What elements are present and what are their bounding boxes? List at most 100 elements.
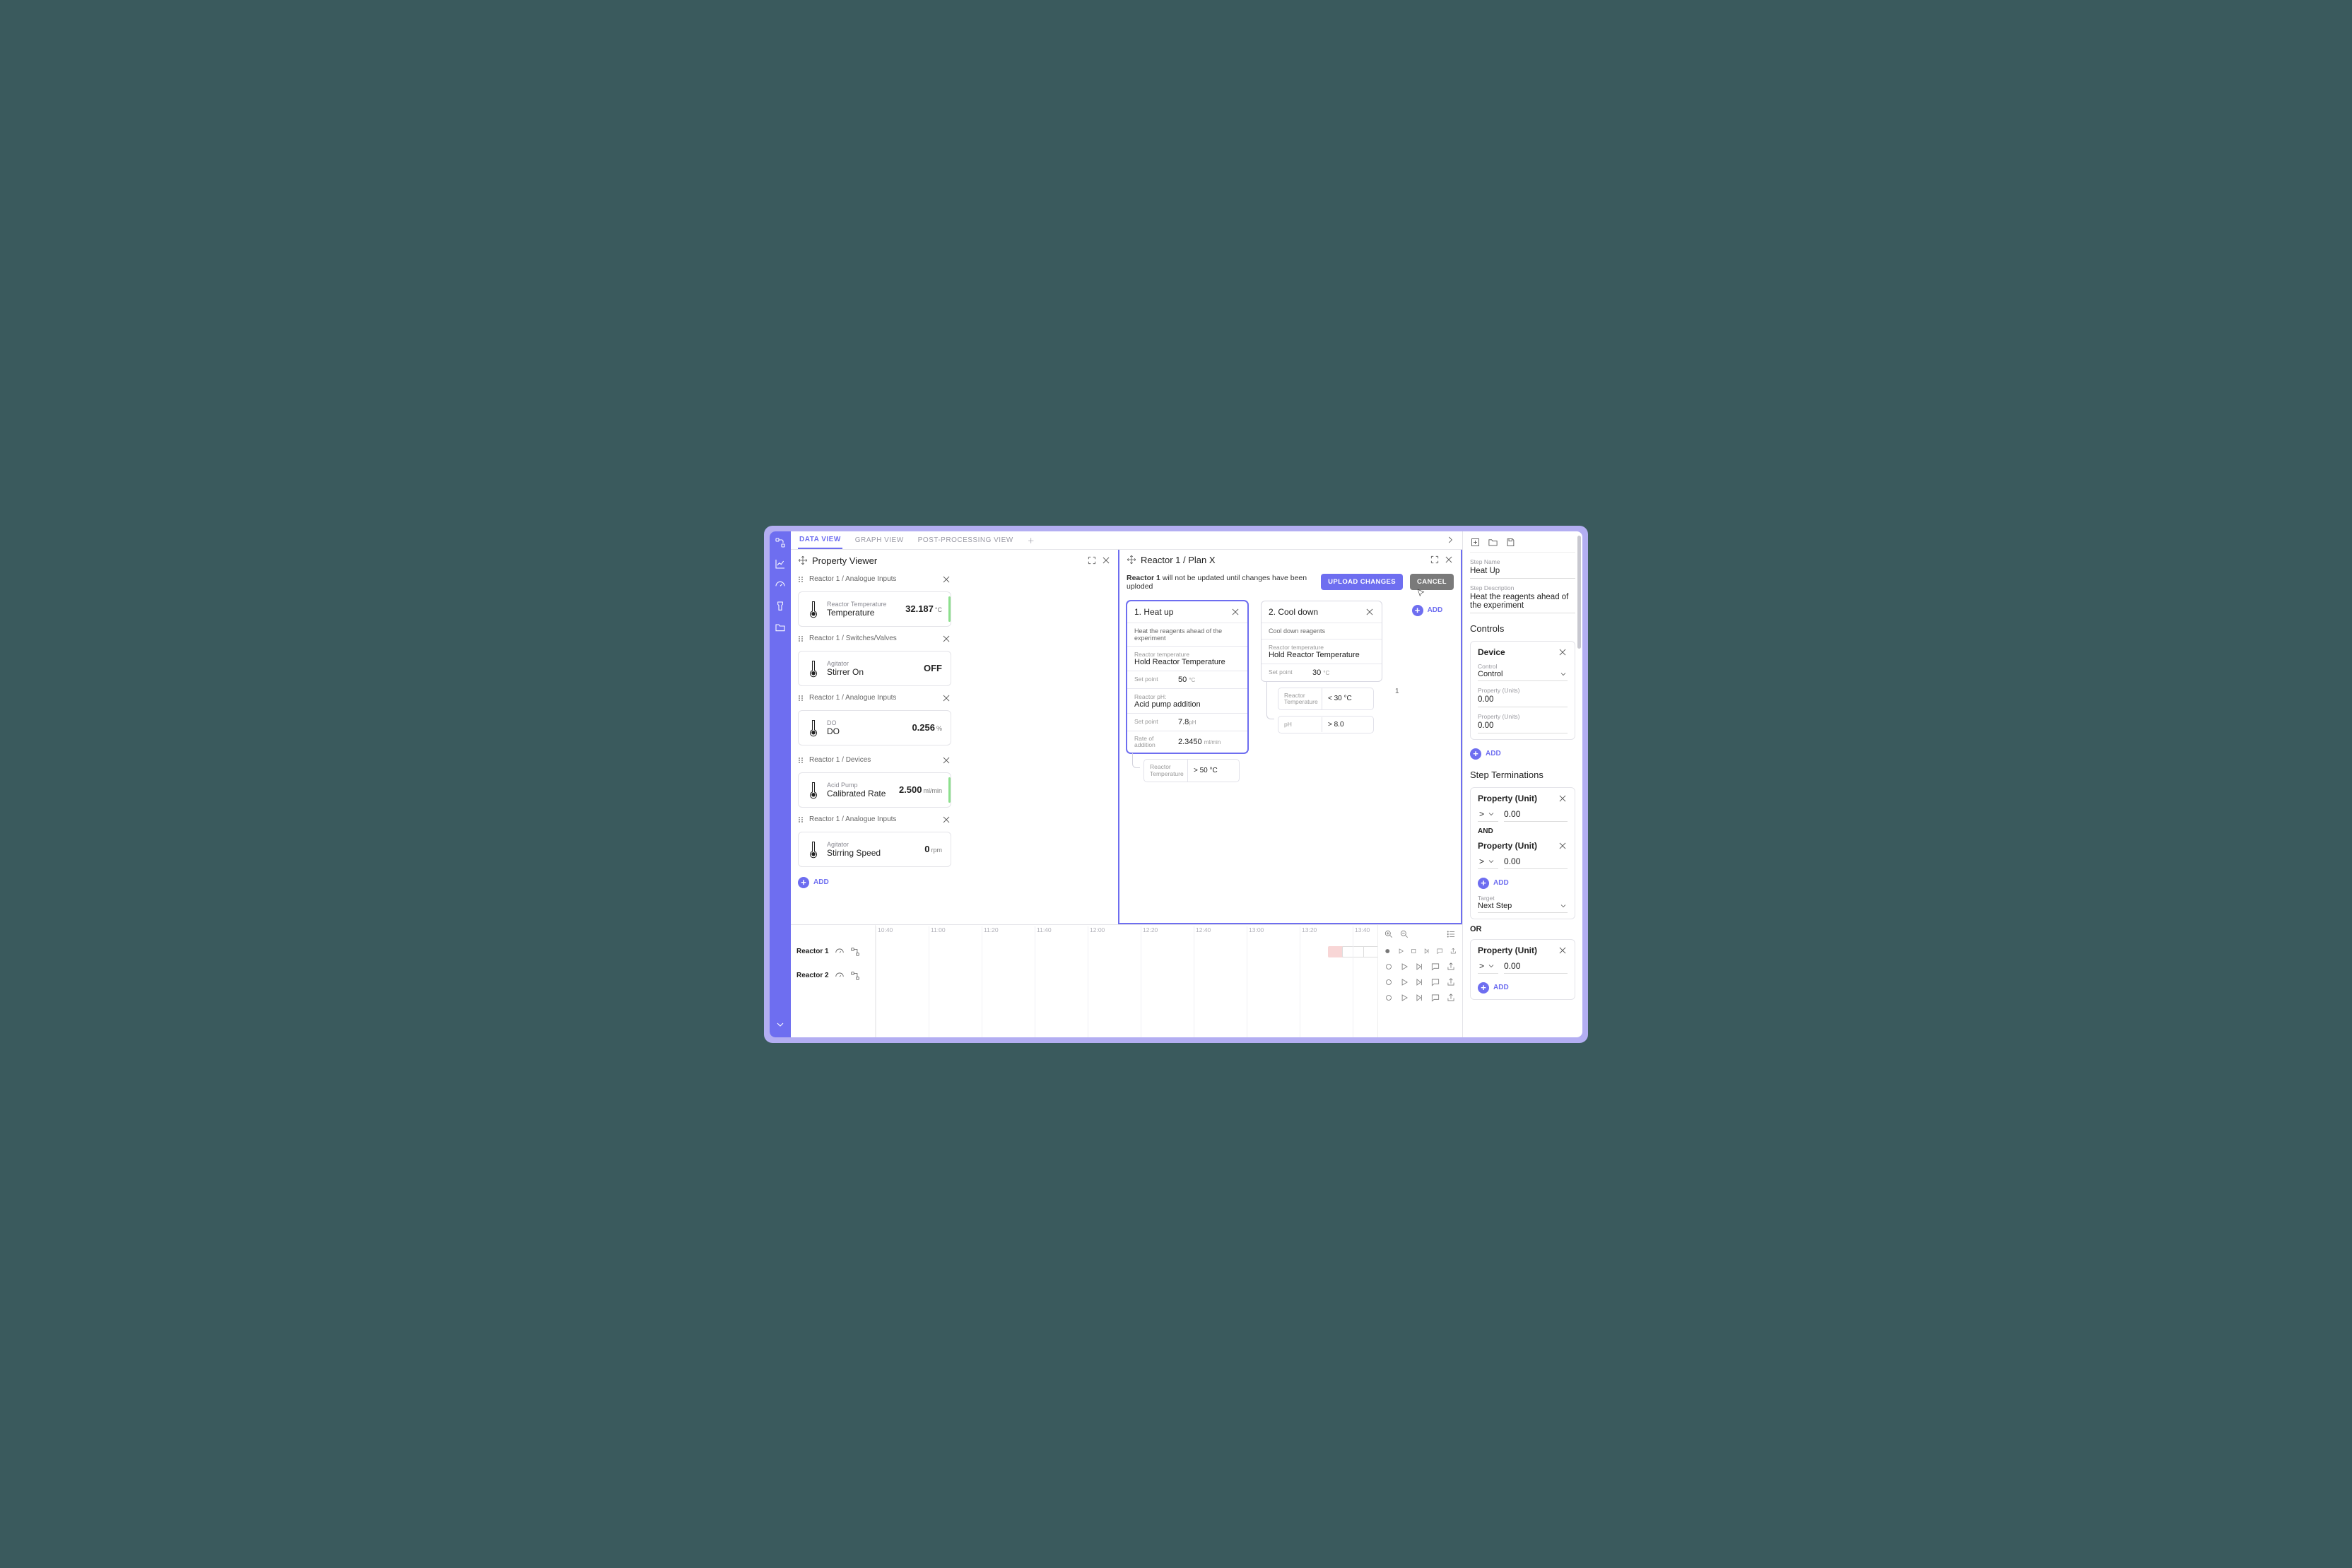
step-heat-up[interactable]: 1. Heat up Heat the reagents ahead of th… [1127, 601, 1248, 754]
tab-graph-view[interactable]: GRAPH VIEW [854, 532, 905, 548]
threshold-input[interactable]: 0.00 [1504, 809, 1568, 822]
record-icon[interactable] [1384, 993, 1394, 1003]
comment-icon[interactable] [1430, 962, 1440, 972]
chevron-right-icon[interactable] [1445, 535, 1455, 545]
drag-handle-icon[interactable] [798, 816, 805, 823]
drag-handle-icon[interactable] [798, 576, 805, 583]
property-input[interactable]: 0.00 [1478, 694, 1568, 707]
controls-heading: Controls [1470, 623, 1575, 634]
timeline-grid[interactable]: 10:4011:0011:2011:4012:0012:2012:4013:00… [876, 925, 1377, 1037]
play-icon[interactable] [1399, 993, 1409, 1003]
record-icon[interactable] [1384, 946, 1392, 956]
add-termination-button[interactable]: +ADD [1478, 982, 1568, 994]
upload-changes-button[interactable]: UPLOAD CHANGES [1321, 574, 1403, 590]
gauge-icon[interactable] [775, 579, 786, 591]
workflow-icon[interactable] [775, 537, 786, 548]
close-icon[interactable] [1444, 555, 1454, 565]
share-icon[interactable] [1446, 977, 1456, 987]
close-icon[interactable] [1230, 607, 1240, 617]
property-input[interactable]: 0.00 [1478, 720, 1568, 733]
comment-icon[interactable] [1430, 977, 1440, 987]
add-property-button[interactable]: + ADD [798, 877, 951, 888]
condition-chip[interactable]: pH> 8.0 [1278, 716, 1374, 733]
condition-chip[interactable]: Reactor Temperature> 50 °C [1143, 759, 1240, 782]
operator-select[interactable]: > [1478, 856, 1498, 869]
comment-icon[interactable] [1430, 993, 1440, 1003]
operator-select[interactable]: > [1478, 809, 1498, 822]
step-description-input[interactable]: Heat the reagents ahead of the experimen… [1470, 591, 1575, 613]
drag-handle-icon[interactable] [798, 635, 805, 642]
add-view-tab[interactable]: ＋ [1026, 531, 1037, 550]
control-select[interactable]: Control [1478, 670, 1568, 681]
cancel-button[interactable]: CANCEL [1410, 574, 1454, 590]
close-icon[interactable] [941, 634, 951, 644]
threshold-input[interactable]: 0.00 [1504, 961, 1568, 974]
add-termination-button[interactable]: +ADD [1478, 878, 1568, 889]
comment-icon[interactable] [1436, 946, 1444, 956]
chevron-down-icon[interactable] [775, 1019, 786, 1030]
tab-data-view[interactable]: DATA VIEW [798, 531, 842, 549]
step-value: 30 [1312, 668, 1321, 677]
group-header: Reactor 1 / Devices [798, 755, 951, 765]
target-select[interactable]: Next Step [1478, 902, 1568, 913]
stop-icon[interactable] [1410, 946, 1418, 956]
drag-handle-icon[interactable] [798, 695, 805, 702]
record-icon[interactable] [1384, 962, 1394, 972]
property-card-stirrer[interactable]: AgitatorStirrer On OFF [798, 651, 951, 686]
play-icon[interactable] [1397, 946, 1405, 956]
folder-icon[interactable] [1488, 537, 1498, 548]
threshold-input[interactable]: 0.00 [1504, 856, 1568, 869]
property-card-acid-pump[interactable]: Acid PumpCalibrated Rate 2.500ml/min [798, 772, 951, 808]
close-icon[interactable] [1558, 794, 1568, 803]
close-icon[interactable] [1558, 841, 1568, 851]
zoom-in-icon[interactable] [1384, 929, 1394, 939]
skip-forward-icon[interactable] [1415, 977, 1425, 987]
skip-forward-icon[interactable] [1415, 962, 1425, 972]
operator-select[interactable]: > [1478, 961, 1498, 974]
timeline-row-reactor2[interactable]: Reactor 2 [791, 960, 875, 984]
folder-icon[interactable] [775, 622, 786, 633]
scrollbar[interactable] [1577, 536, 1581, 649]
skip-forward-icon[interactable] [1423, 946, 1431, 956]
step-name-input[interactable]: Heat Up [1470, 565, 1575, 579]
add-step-button[interactable]: + ADD [1412, 605, 1443, 616]
share-icon[interactable] [1446, 962, 1456, 972]
close-icon[interactable] [941, 693, 951, 703]
chart-line-icon[interactable] [775, 558, 786, 570]
move-icon[interactable] [1127, 555, 1136, 565]
expand-icon[interactable] [1087, 555, 1097, 565]
timeline-row-reactor1[interactable]: Reactor 1 [791, 936, 875, 960]
close-icon[interactable] [941, 815, 951, 825]
play-icon[interactable] [1399, 962, 1409, 972]
step-value: Hold Reactor Temperature [1134, 658, 1240, 666]
step-label: Set point [1134, 719, 1174, 725]
list-icon[interactable] [1447, 929, 1457, 939]
close-icon[interactable] [1101, 555, 1111, 565]
group-header: Reactor 1 / Switches/Valves [798, 634, 951, 644]
close-icon[interactable] [1558, 945, 1568, 955]
record-icon[interactable] [1384, 977, 1394, 987]
expand-icon[interactable] [1430, 555, 1440, 565]
add-control-button[interactable]: +ADD [1470, 748, 1575, 760]
save-icon[interactable] [1505, 537, 1516, 548]
condition-chip[interactable]: Reactor Temperature< 30 °C [1278, 688, 1374, 711]
skip-forward-icon[interactable] [1415, 993, 1425, 1003]
close-icon[interactable] [941, 574, 951, 584]
share-icon[interactable] [1450, 946, 1457, 956]
new-icon[interactable] [1470, 537, 1481, 548]
share-icon[interactable] [1446, 993, 1456, 1003]
close-icon[interactable] [1558, 647, 1568, 657]
property-card-stirring-speed[interactable]: AgitatorStirring Speed 0rpm [798, 832, 951, 867]
move-icon[interactable] [798, 555, 808, 565]
tab-post-processing[interactable]: POST-PROCESSING VIEW [917, 532, 1015, 548]
zoom-out-icon[interactable] [1399, 929, 1409, 939]
device-icon[interactable] [775, 601, 786, 612]
close-icon[interactable] [941, 755, 951, 765]
close-icon[interactable] [1365, 607, 1375, 617]
step-cool-down[interactable]: 2. Cool down Cool down reagents Reactor … [1261, 601, 1382, 682]
play-icon[interactable] [1399, 977, 1409, 987]
property-card-temperature[interactable]: Reactor TemperatureTemperature 32.187°C [798, 591, 951, 627]
card-label: Agitator [827, 841, 881, 848]
drag-handle-icon[interactable] [798, 757, 805, 764]
property-card-do[interactable]: DODO 0.256% [798, 710, 951, 745]
